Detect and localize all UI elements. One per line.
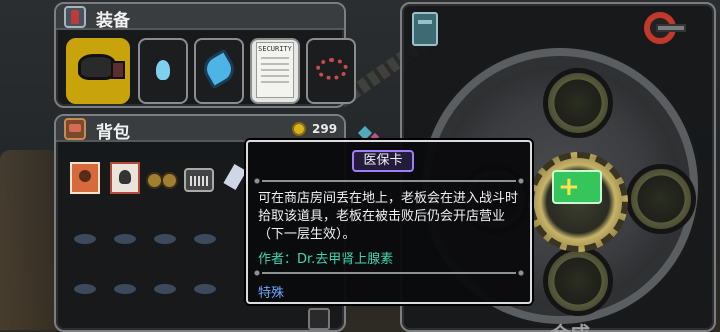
craft-button[interactable]: 合成 [550,318,590,332]
add-ingredient-button[interactable]: + [552,170,602,204]
equipment-panel: 装备 [54,2,356,108]
background-lamp [0,150,60,330]
empty-bag-slot[interactable] [194,234,216,244]
craft-slot-right[interactable] [626,164,696,234]
skill-slot[interactable] [194,38,244,104]
empty-bag-slot[interactable] [74,234,96,244]
item-tooltip: 医保卡 可在商店房间丢在地上，老板会在进入战斗时拾取该道具，老板在被击败后仍会开… [246,140,532,304]
craft-slot-top[interactable] [543,68,613,138]
sparkle-icon [357,125,373,141]
empty-bag-slot[interactable] [194,284,216,294]
backpack-icon [64,118,86,140]
exit-button[interactable] [642,12,690,46]
card-slot[interactable] [250,38,300,104]
tooltip-divider [254,270,524,276]
empty-bag-slot[interactable] [114,284,136,294]
skull-poster-icon[interactable] [110,162,140,194]
equipment-header: 装备 [56,4,344,31]
fairy-slot[interactable] [138,38,188,104]
red-chain-icon [316,58,348,80]
tooltip-category: 特殊 [258,286,285,301]
tooltip-description: 可在商店房间丢在地上，老板会在进入战斗时拾取该道具，老板在被击败后仍会开店营业（… [258,191,519,242]
coin-icon [292,122,306,136]
empty-bag-slot[interactable] [154,234,176,244]
wanted-poster-icon[interactable] [70,162,100,194]
coin-count: 299 [312,122,338,136]
armored-helmet-weapon-icon [78,54,125,80]
bag-header: 背包 299 [56,116,344,143]
craft-slot-bottom[interactable] [543,246,613,316]
recipe-book-icon[interactable] [412,12,438,46]
goggles-icon[interactable] [146,162,178,194]
exit-arrow-icon [656,24,686,32]
small-item-icon[interactable] [308,308,330,330]
equipment-title: 装备 [96,11,130,31]
tooltip-author: 作者：Dr.去甲肾上腺素 [258,252,394,267]
bag-title: 背包 [96,123,130,143]
empty-bag-slot[interactable] [114,234,136,244]
device-icon[interactable] [184,168,214,192]
weapon-slot[interactable] [66,38,130,104]
empty-bag-slot[interactable] [154,284,176,294]
crystal-blade-icon [198,48,240,90]
plus-icon: + [558,172,580,202]
security-card-icon [256,42,294,98]
accessory-slot[interactable] [306,38,356,104]
empty-bag-slot[interactable] [74,284,96,294]
fairy-icon [156,60,170,80]
equipment-icon [64,6,86,28]
tooltip-title: 医保卡 [352,150,414,172]
tooltip-divider [254,178,524,184]
